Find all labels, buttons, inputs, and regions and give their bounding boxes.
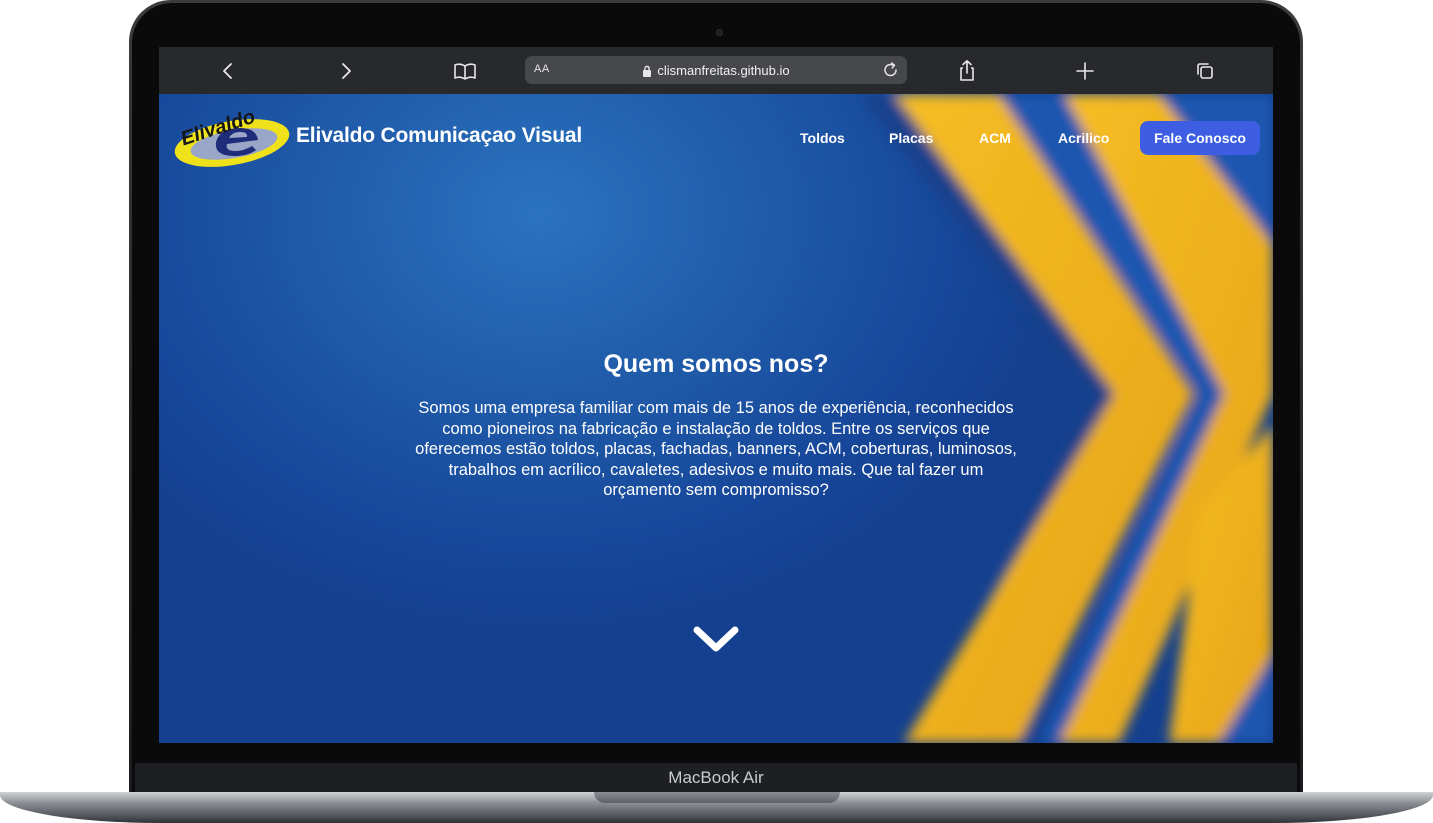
hero-text: Somos uma empresa familiar com mais de 1… bbox=[415, 399, 1017, 499]
url-display: clismanfreitas.github.io bbox=[525, 56, 907, 84]
share-icon[interactable] bbox=[952, 57, 982, 85]
nav-link-acrilico[interactable]: Acrilico bbox=[1058, 130, 1109, 146]
tabs-icon[interactable] bbox=[1190, 57, 1220, 85]
laptop-notch bbox=[594, 792, 840, 803]
address-bar[interactable]: AA clismanfreitas.github.io bbox=[525, 56, 907, 84]
browser-toolbar: AA clismanfreitas.github.io bbox=[159, 47, 1273, 94]
hero-title: Quem somos nos? bbox=[603, 350, 829, 378]
back-icon[interactable] bbox=[213, 57, 243, 85]
nav-link-toldos[interactable]: Toldos bbox=[800, 130, 845, 146]
brand-name[interactable]: Elivaldo Comunicaçao Visual bbox=[296, 124, 582, 148]
web-page: Elivaldo Elivaldo Comunicaçao Visual Tol… bbox=[159, 94, 1273, 743]
device-label: MacBook Air bbox=[668, 768, 764, 787]
site-logo[interactable]: Elivaldo bbox=[172, 100, 292, 172]
chevron-down-icon[interactable] bbox=[691, 624, 741, 656]
new-tab-icon[interactable] bbox=[1070, 57, 1100, 85]
nav-link-placas[interactable]: Placas bbox=[889, 130, 933, 146]
screen: AA clismanfreitas.github.io Elivaldo Eli… bbox=[159, 47, 1273, 743]
nav-link-acm[interactable]: ACM bbox=[979, 130, 1011, 146]
url-text: clismanfreitas.github.io bbox=[657, 62, 790, 78]
laptop-chin: MacBook Air bbox=[135, 763, 1297, 793]
bookmarks-icon[interactable] bbox=[450, 57, 480, 85]
forward-icon[interactable] bbox=[331, 57, 361, 85]
reload-icon[interactable] bbox=[881, 60, 901, 80]
camera-icon bbox=[716, 29, 723, 36]
lock-icon bbox=[642, 64, 652, 77]
contact-button[interactable]: Fale Conosco bbox=[1140, 121, 1260, 155]
